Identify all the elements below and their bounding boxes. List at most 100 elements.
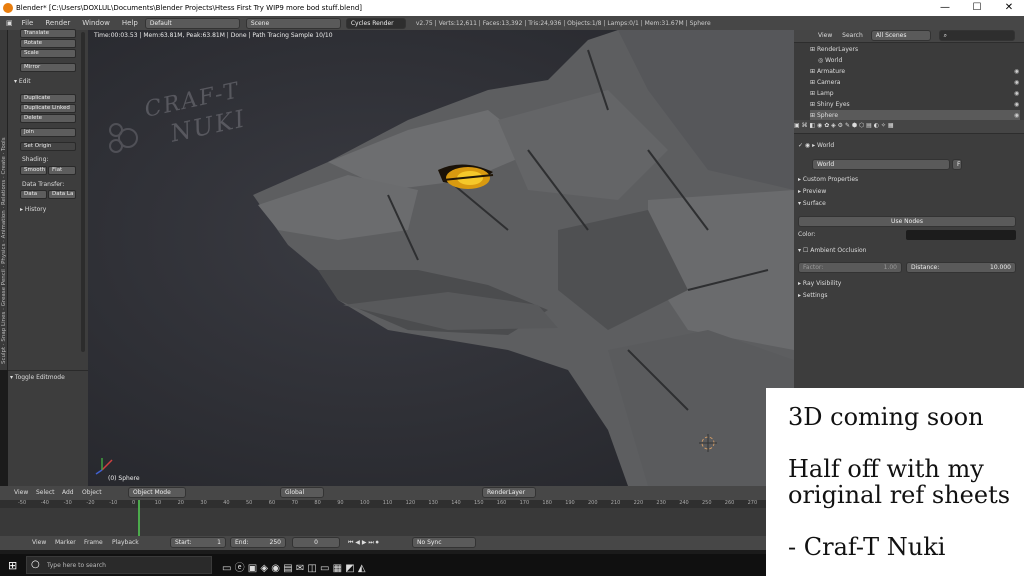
flat-button[interactable]: Flat — [48, 166, 76, 175]
current-frame-marker[interactable] — [138, 500, 140, 536]
ray-visibility-panel[interactable]: ▸ Ray Visibility — [798, 278, 1020, 289]
select-menu[interactable]: Select — [36, 489, 55, 496]
render-engine-select[interactable]: Cycles Render — [345, 17, 406, 29]
start-frame-field[interactable]: Start: 1 — [170, 537, 226, 548]
tab-animation[interactable]: Animation — [1, 210, 7, 238]
scene-select[interactable]: Scene — [245, 17, 341, 29]
end-frame-field[interactable]: End: 250 — [230, 537, 286, 548]
timeline-tick-label: -30 — [63, 500, 72, 506]
timeline-view-menu[interactable]: View — [32, 539, 46, 546]
visibility-eye-icons[interactable]: ◉ ◉ ◉ ◉ ◉ — [1014, 66, 1022, 120]
surface-panel[interactable]: ▾ Surface — [798, 198, 1020, 209]
properties-tabs[interactable]: ▣ ⌘ ◧ ◉ ✿ ◈ ⚙ ✎ ⬢ ⬡ ▤ ◐ ✧ ▦ — [794, 120, 1024, 134]
rotate-button[interactable]: Rotate — [20, 39, 76, 48]
duplicate-linked-button[interactable]: Duplicate Linked — [20, 104, 76, 113]
taskbar-app-icons[interactable]: ▭ ⓔ ▣ ◈ ◉ ▤ ✉ ◫ ▭ ▦ ◩ ◭ — [222, 559, 366, 574]
delete-button[interactable]: Delete — [20, 114, 76, 123]
playback-controls-icon[interactable]: ⏮ ◀ ▶ ⏭ ⏺ — [348, 539, 379, 547]
tab-sculpt[interactable]: Sculpt — [1, 347, 7, 364]
view-menu[interactable]: View — [14, 489, 28, 496]
outliner-search-menu[interactable]: Search — [842, 32, 863, 39]
timeline-tick-label: 0 — [132, 500, 136, 506]
outliner-filter-select[interactable]: All Scenes — [870, 30, 931, 41]
menu-render[interactable]: Render — [40, 19, 75, 27]
promo-line-3: - Craf-T Nuki — [788, 533, 946, 561]
orientation-select[interactable]: Global — [280, 487, 324, 498]
timeline-tick-label: -20 — [86, 500, 95, 506]
outliner-item-armature[interactable]: ⊞ Armature — [810, 66, 1024, 77]
mirror-button[interactable]: Mirror — [20, 63, 76, 72]
operator-panel: ▾ Toggle Editmode — [8, 370, 88, 486]
world-color-swatch[interactable] — [906, 230, 1016, 240]
tab-snap-lines[interactable]: Snap Lines — [1, 312, 7, 342]
outliner-item-camera[interactable]: ⊞ Camera — [810, 77, 1024, 88]
tab-relations[interactable]: Relations — [1, 180, 7, 205]
tab-grease-pencil[interactable]: Grease Pencil — [1, 269, 7, 306]
ao-factor-field[interactable]: Factor: 1.00 — [798, 262, 902, 273]
timeline-frame-menu[interactable]: Frame — [84, 539, 103, 546]
menu-window[interactable]: Window — [77, 19, 115, 27]
outliner-panel: View Search All Scenes ⌕ ⊞ RenderLayers … — [794, 30, 1024, 121]
editor-type-icon[interactable]: ▣ — [4, 19, 15, 27]
add-menu[interactable]: Add — [62, 489, 74, 496]
edit-panel-header[interactable]: ▾ Edit — [14, 78, 31, 85]
history-panel-header[interactable]: ▸ History — [20, 206, 46, 213]
close-button[interactable]: ✕ — [994, 1, 1024, 15]
timeline-tick-label: 160 — [496, 500, 507, 506]
toggle-editmode-header[interactable]: ▾ Toggle Editmode — [10, 374, 65, 381]
join-button[interactable]: Join — [20, 128, 76, 137]
data-button[interactable]: Data — [20, 190, 47, 199]
render-layer-select[interactable]: RenderLayer — [482, 487, 536, 498]
outliner-item-world[interactable]: ◎ World — [818, 55, 1024, 66]
mode-select[interactable]: Object Mode — [128, 487, 186, 498]
timeline-marker-menu[interactable]: Marker — [55, 539, 76, 546]
data-layout-button[interactable]: Data La — [48, 190, 76, 199]
custom-properties-panel[interactable]: ▸ Custom Properties — [798, 174, 1020, 185]
timeline-tick-label: 90 — [337, 500, 344, 506]
current-frame-field[interactable]: 0 — [292, 537, 340, 548]
menu-file[interactable]: File — [17, 19, 39, 27]
taskbar-search-box[interactable]: ○ Type here to search — [26, 556, 212, 574]
toolshelf-tab-labels[interactable]: Sculpt · Snap Lines · Grease Pencil · Ph… — [0, 34, 8, 364]
timeline-tick-label: 190 — [565, 500, 575, 506]
settings-panel[interactable]: ▸ Settings — [798, 290, 1020, 301]
toolshelf-scrollbar[interactable] — [81, 32, 85, 352]
use-nodes-button[interactable]: Use Nodes — [798, 216, 1016, 227]
timeline-tick-label: 240 — [679, 500, 689, 506]
outliner-item-lamp[interactable]: ⊞ Lamp — [810, 88, 1024, 99]
world-name-field[interactable]: World — [812, 159, 950, 170]
timeline-playback-menu[interactable]: Playback — [112, 539, 139, 546]
outliner-view-menu[interactable]: View — [818, 32, 832, 39]
layout-select[interactable]: Default — [144, 17, 240, 29]
windows-start-icon[interactable]: ⊞ — [8, 559, 17, 572]
scale-button[interactable]: Scale — [20, 49, 76, 58]
tab-physics[interactable]: Physics — [1, 244, 7, 264]
timeline-tick-label: 170 — [519, 500, 530, 506]
ao-distance-field[interactable]: Distance: 10.000 — [906, 262, 1016, 273]
world-breadcrumb: ✓ ◉ ▸ World — [798, 142, 835, 149]
tab-create[interactable]: Create — [1, 156, 7, 174]
menu-help[interactable]: Help — [117, 19, 143, 27]
3d-viewport[interactable]: Time:00:03.53 | Mem:63.81M, Peak:63.81M … — [88, 30, 794, 486]
taskbar-search-placeholder: Type here to search — [47, 562, 106, 569]
data-transfer-label: Data Transfer: — [22, 181, 65, 188]
toolshelf-tabs: Sculpt · Snap Lines · Grease Pencil · Ph… — [0, 30, 8, 370]
outliner-search-input[interactable]: ⌕ — [938, 30, 1015, 41]
maximize-button[interactable]: ☐ — [962, 1, 992, 15]
ambient-occlusion-panel[interactable]: ▾ ☐ Ambient Occlusion — [798, 245, 1020, 256]
duplicate-button[interactable]: Duplicate — [20, 94, 76, 103]
preview-panel[interactable]: ▸ Preview — [798, 186, 1020, 197]
sync-select[interactable]: No Sync — [412, 537, 476, 548]
object-menu[interactable]: Object — [82, 489, 102, 496]
timeline-tick-label: 250 — [702, 500, 712, 506]
world-fake-user-button[interactable]: F — [952, 159, 962, 170]
minimize-button[interactable]: — — [930, 1, 960, 15]
timeline-tick-label: 230 — [656, 500, 666, 506]
outliner-item-shiny-eyes[interactable]: ⊞ Shiny Eyes — [810, 99, 1024, 110]
translate-button[interactable]: Translate — [20, 29, 76, 38]
set-origin-menu[interactable]: Set Origin — [20, 142, 76, 151]
window-title: Blender* [C:\Users\DOXLUL\Documents\Blen… — [16, 4, 362, 12]
smooth-button[interactable]: Smooth — [20, 166, 47, 175]
outliner-item-renderlayers[interactable]: ⊞ RenderLayers — [810, 44, 1024, 55]
tab-tools[interactable]: Tools — [1, 137, 7, 151]
